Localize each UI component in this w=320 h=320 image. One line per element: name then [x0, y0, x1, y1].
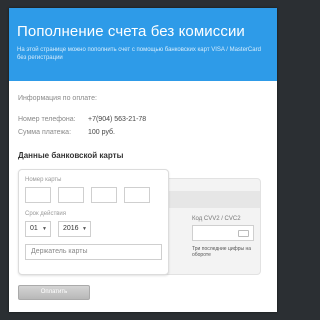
- card-section-title: Данные банковской карты: [18, 151, 124, 160]
- payment-info-heading: Информация по оплате:: [18, 95, 97, 102]
- chevron-down-icon: ▼: [82, 226, 87, 232]
- page-title: Пополнение счета без комиссии: [17, 23, 245, 40]
- card-icon: [238, 230, 249, 237]
- card-number-field-3[interactable]: [91, 187, 117, 203]
- pay-button[interactable]: Оплатить: [18, 285, 90, 300]
- card-front: Номер карты Срок действия 01 ▼ 2016 ▼ Де…: [18, 169, 169, 275]
- chevron-down-icon: ▼: [42, 226, 47, 232]
- card-number-label: Номер карты: [25, 177, 62, 183]
- page-description: На этой странице можно пополнить счет с …: [17, 47, 261, 61]
- page-header: Пополнение счета без комиссии На этой ст…: [9, 8, 277, 81]
- payment-window: Пополнение счета без комиссии На этой ст…: [9, 8, 277, 312]
- sum-value: 100 руб.: [88, 129, 115, 136]
- sum-row: Сумма платежа: 100 руб.: [18, 129, 115, 136]
- phone-row: Номер телефона: +7(904) 563-21-78: [18, 116, 146, 123]
- expiry-month-select[interactable]: 01 ▼: [25, 221, 51, 237]
- phone-label: Номер телефона:: [18, 116, 76, 123]
- expiry-month-value: 01: [30, 225, 38, 232]
- card-number-field-4[interactable]: [124, 187, 150, 203]
- card-number-field-2[interactable]: [58, 187, 84, 203]
- card-back: Код CVV2 / CVC2 Три последние цифры на о…: [156, 178, 261, 275]
- expiry-year-value: 2016: [63, 225, 79, 232]
- cvc-hint: Три последние цифры на обороте: [192, 246, 252, 258]
- card-number-field-1[interactable]: [25, 187, 51, 203]
- magnetic-stripe: [157, 191, 260, 208]
- sum-label: Сумма платежа:: [18, 129, 72, 136]
- cvc-input[interactable]: [192, 225, 254, 241]
- expiry-year-select[interactable]: 2016 ▼: [58, 221, 91, 237]
- expiry-label: Срок действия: [25, 211, 67, 217]
- cvc-label: Код CVV2 / CVC2: [192, 216, 241, 222]
- phone-value: +7(904) 563-21-78: [88, 116, 147, 123]
- cardholder-input[interactable]: Держатель карты: [25, 244, 162, 260]
